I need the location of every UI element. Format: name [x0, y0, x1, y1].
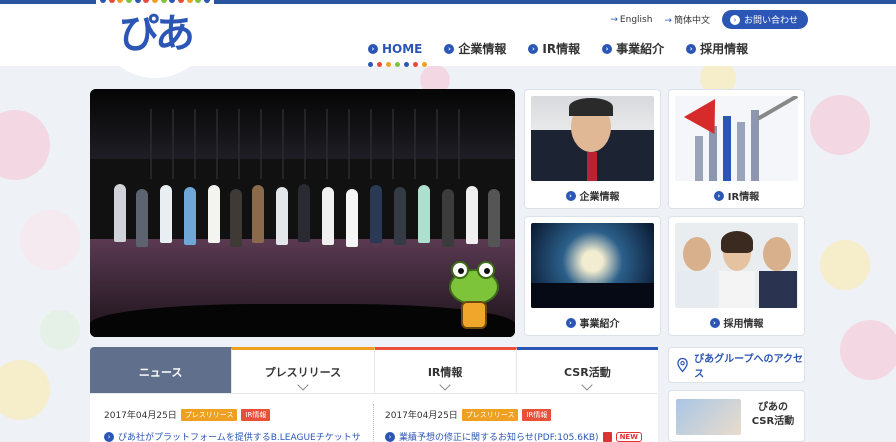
arrow-right-icon: →	[610, 14, 618, 25]
news-item: 2017年04月25日 プレスリリース IR情報 › ぴあ社がプラットフォームを…	[104, 408, 374, 442]
tab-ir[interactable]: IR情報	[374, 347, 517, 393]
tile-recruit[interactable]: › 採用情報	[668, 216, 805, 336]
access-button[interactable]: ぴあグループへのアクセス	[668, 347, 805, 383]
chevron-down-icon	[581, 379, 594, 391]
ir-badge: IR情報	[522, 408, 552, 421]
nav-item-business[interactable]: › 事業紹介	[602, 40, 664, 57]
tile-ir[interactable]: › IR情報	[668, 89, 805, 209]
news-item: 2017年04月25日 プレスリリース IR情報 › 業績予想の修正に関するお知…	[385, 408, 655, 442]
nav-item-home[interactable]: › HOME	[368, 40, 427, 67]
bg-bubble	[40, 310, 80, 350]
chevron-right-icon: ›	[368, 43, 378, 54]
concert-image	[531, 223, 654, 308]
chevron-right-icon: ›	[528, 43, 539, 54]
news-date: 2017年04月25日	[385, 411, 458, 421]
ir-chart-image	[675, 96, 798, 181]
new-badge: NEW	[615, 431, 642, 442]
chevron-right-icon: ›	[602, 43, 613, 54]
utility-links: → English → 簡体中文 › お問い合わせ	[610, 10, 808, 29]
bg-bubble	[820, 240, 870, 290]
chevron-right-icon: ›	[686, 43, 697, 54]
bg-bubble	[810, 95, 870, 155]
chevron-right-icon: ›	[565, 190, 576, 201]
news-link[interactable]: › 業績予想の修正に関するお知らせ(PDF:105.6KB) NEW	[385, 430, 655, 442]
nav-item-recruit[interactable]: › 採用情報	[686, 40, 748, 57]
chinese-link[interactable]: → 簡体中文	[664, 13, 710, 26]
english-link[interactable]: → English	[610, 15, 652, 25]
chevron-right-icon: ›	[565, 317, 576, 328]
press-badge: プレスリリース	[180, 408, 238, 421]
bg-bubble	[0, 360, 50, 420]
chevron-right-icon: ›	[385, 431, 395, 442]
hero-stage-image[interactable]	[90, 89, 515, 337]
pia-logo: ぴあ	[119, 11, 195, 57]
bg-bubble	[840, 320, 896, 380]
press-badge: プレスリリース	[461, 408, 519, 421]
tab-csr[interactable]: CSR活動	[516, 347, 658, 393]
nav-item-company[interactable]: › 企業情報	[444, 40, 506, 57]
logo-dots	[96, 0, 214, 3]
bg-bubble	[0, 110, 50, 180]
chevron-right-icon: ›	[444, 43, 455, 54]
chevron-right-icon: ›	[713, 190, 724, 201]
nav-item-ir[interactable]: › IR情報	[528, 40, 580, 57]
tab-news[interactable]: ニュース	[90, 347, 233, 399]
tile-business[interactable]: › 事業紹介	[524, 216, 661, 336]
active-indicator-dots	[368, 62, 427, 67]
news-date: 2017年04月25日	[104, 411, 177, 421]
news-link[interactable]: › ぴあ社がプラットフォームを提供するB.LEAGUEチケットサ	[104, 430, 374, 442]
chevron-down-icon	[297, 379, 309, 391]
chevron-right-icon: ›	[104, 431, 114, 442]
bg-bubble	[20, 210, 80, 270]
ceo-portrait-image	[531, 96, 654, 181]
csr-thumbnail-image	[676, 399, 741, 435]
chevron-right-icon: ›	[709, 317, 720, 328]
tile-company[interactable]: › 企業情報	[524, 89, 661, 209]
contact-button[interactable]: › お問い合わせ	[721, 10, 808, 29]
logo-container[interactable]: ぴあ	[96, 0, 214, 78]
tab-press-release[interactable]: プレスリリース	[232, 347, 375, 393]
ir-badge: IR情報	[241, 408, 271, 421]
news-panel: ニュース プレスリリース IR情報 CSR活動 2017年04月25日 プレスリ…	[90, 347, 658, 442]
main-nav: › HOME › 企業情報 › IR情報 › 事業紹介 › 採用情報	[368, 40, 748, 67]
news-list: 2017年04月25日 プレスリリース IR情報 › ぴあ社がプラットフォームを…	[90, 393, 658, 442]
news-tabs: ニュース プレスリリース IR情報 CSR活動	[90, 347, 658, 399]
recruit-people-image	[675, 223, 798, 308]
chevron-down-icon	[439, 379, 451, 391]
csr-button[interactable]: ぴあの CSR活動	[668, 390, 805, 442]
arrow-right-icon: →	[664, 16, 672, 26]
chevron-right-icon: ›	[729, 14, 740, 25]
news-divider	[373, 404, 374, 442]
mascot-frog-icon	[447, 261, 501, 331]
pdf-icon	[602, 431, 612, 442]
map-pin-icon	[677, 357, 688, 373]
